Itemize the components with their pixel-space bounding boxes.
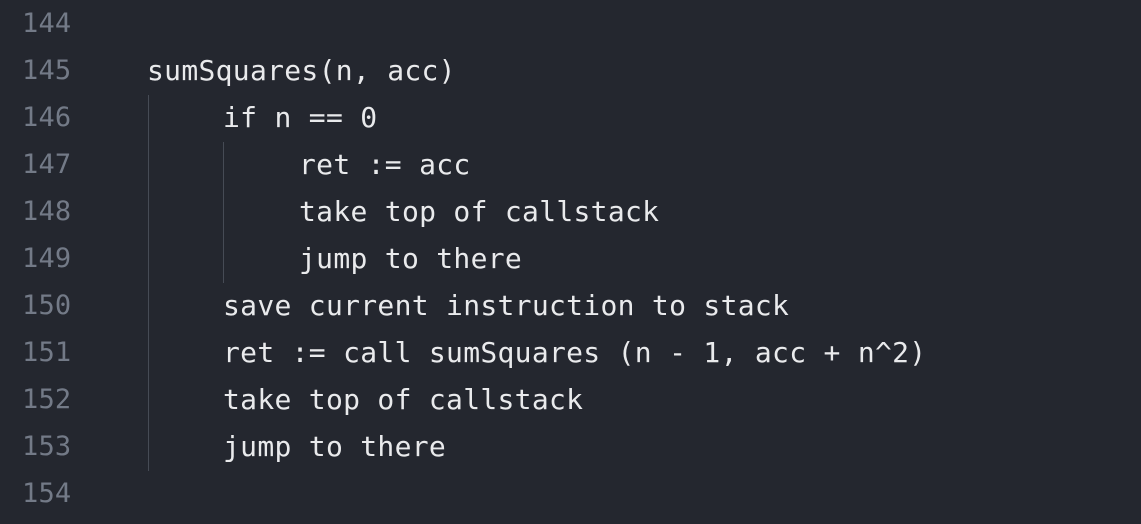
line-number: 152 (22, 384, 72, 415)
code-text[interactable]: save current instruction to stack (223, 282, 789, 329)
code-line[interactable]: 152 take top of callstack (0, 376, 1141, 423)
line-number: 145 (22, 55, 72, 86)
code-line[interactable]: 145 sumSquares(n, acc) (0, 47, 1141, 94)
line-number: 144 (22, 8, 72, 39)
line-number: 146 (22, 102, 72, 133)
code-text[interactable]: take top of callstack (299, 188, 659, 235)
code-text[interactable]: sumSquares(n, acc) (147, 47, 456, 94)
code-line[interactable]: 144 (0, 0, 1141, 47)
code-text[interactable]: if n == 0 (223, 94, 377, 141)
line-number: 151 (22, 337, 72, 368)
code-text[interactable]: jump to there (299, 235, 522, 282)
code-text[interactable]: ret := acc (299, 141, 471, 188)
code-line[interactable]: 153 jump to there (0, 423, 1141, 470)
code-line[interactable]: 150 save current instruction to stack (0, 282, 1141, 329)
code-line[interactable]: 154 (0, 470, 1141, 517)
code-line[interactable]: 148 take top of callstack (0, 188, 1141, 235)
code-line[interactable]: 147 ret := acc (0, 141, 1141, 188)
code-text[interactable]: ret := call sumSquares (n - 1, acc + n^2… (223, 329, 926, 376)
line-number: 150 (22, 290, 72, 321)
code-editor[interactable]: 144 145 sumSquares(n, acc) 146 if n == 0… (0, 0, 1141, 524)
code-line[interactable]: 151 ret := call sumSquares (n - 1, acc +… (0, 329, 1141, 376)
line-number: 154 (22, 478, 72, 509)
line-number: 147 (22, 149, 72, 180)
code-text[interactable]: jump to there (223, 423, 446, 470)
line-number: 153 (22, 431, 72, 462)
line-number: 149 (22, 243, 72, 274)
code-text[interactable]: take top of callstack (223, 376, 583, 423)
line-number: 148 (22, 196, 72, 227)
code-line[interactable]: 146 if n == 0 (0, 94, 1141, 141)
code-line[interactable]: 149 jump to there (0, 235, 1141, 282)
